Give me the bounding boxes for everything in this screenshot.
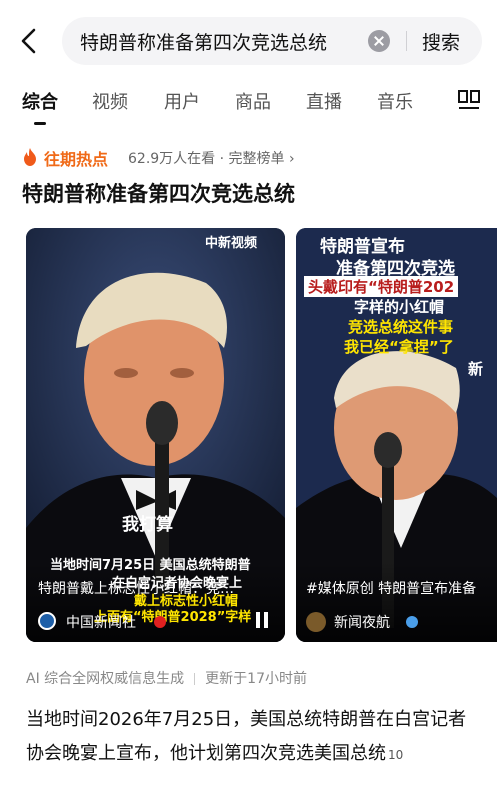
- caption-gradient: [296, 562, 497, 642]
- overlay-corner-text: 新: [468, 360, 484, 378]
- back-arrow-icon[interactable]: [14, 24, 44, 58]
- search-divider: [406, 31, 407, 51]
- video-card[interactable]: 特朗普宣布 准备第四次竞选 头戴印有“特朗普202 字样的小红帽 竞选总统这件事…: [296, 228, 497, 642]
- verified-icon: [154, 616, 166, 628]
- video-card[interactable]: 中新视频 我打算 当地时间7月25日 美国总统特朗普 在白宫记者协会晚宴上 戴上…: [26, 228, 285, 642]
- search-button[interactable]: 搜索: [422, 28, 460, 55]
- source-avatar: [306, 612, 326, 632]
- tab-music[interactable]: 音乐: [377, 88, 413, 114]
- ai-source-note: AI 综合全网权威信息生成 更新于17小时前: [26, 668, 307, 688]
- result-title[interactable]: 特朗普称准备第四次竞选总统: [22, 178, 295, 208]
- tab-goods[interactable]: 商品: [235, 88, 271, 114]
- hot-topic-label: 往期热点: [44, 150, 109, 169]
- ai-source-text: AI 综合全网权威信息生成: [26, 671, 185, 687]
- more-tabs-icon[interactable]: [458, 90, 480, 110]
- search-bar[interactable]: 特朗普称准备第四次竞选总统 搜索: [62, 17, 482, 65]
- source-name[interactable]: 新闻夜航: [334, 612, 390, 632]
- news-logo-text: 中新视频: [205, 236, 258, 251]
- tab-live[interactable]: 直播: [306, 88, 342, 114]
- tab-all[interactable]: 综合: [22, 88, 58, 114]
- active-tab-indicator: [34, 122, 46, 125]
- search-input[interactable]: 特朗普称准备第四次竞选总统: [80, 28, 327, 55]
- tab-user[interactable]: 用户: [164, 88, 200, 114]
- news-logo: 中新视频: [199, 228, 263, 254]
- divider: [194, 673, 196, 685]
- video-title[interactable]: 特朗普戴上标志性小红帽：竞…: [38, 578, 234, 598]
- overlay-text: 我已经“拿捏”了: [344, 338, 454, 356]
- fire-icon: [24, 148, 36, 166]
- video-title[interactable]: #媒体原创 特朗普宣布准备: [306, 578, 476, 598]
- video-subtitle: 我打算: [122, 515, 173, 535]
- tab-video[interactable]: 视频: [92, 88, 128, 114]
- verified-icon: [406, 616, 418, 628]
- pause-icon[interactable]: [254, 611, 270, 629]
- ai-summary: 当地时间2026年7月25日，美国总统特朗普在白宫记者协会晚宴上宣布，他计划第四…: [26, 703, 476, 772]
- clear-icon[interactable]: [368, 30, 390, 52]
- overlay-text: 字样的小红帽: [354, 298, 445, 316]
- overlay-text: 头戴印有“特朗普202: [304, 276, 459, 297]
- source-name[interactable]: 中国新闻社: [66, 612, 136, 632]
- hot-topic-meta[interactable]: 62.9万人在看 · 完整榜单 ›: [128, 148, 295, 168]
- hot-topic-row[interactable]: 往期热点 62.9万人在看 · 完整榜单 ›: [22, 146, 482, 170]
- top-bar: 特朗普称准备第四次竞选总统 搜索: [0, 0, 497, 82]
- overlay-text: 竞选总统这件事: [348, 318, 454, 336]
- tab-bar: 综合 视频 用户 商品 直播 音乐: [0, 84, 497, 128]
- source-avatar: [38, 612, 56, 630]
- reference-marker[interactable]: 10: [388, 748, 403, 762]
- caption-line: 当地时间7月25日 美国总统特朗普: [50, 558, 251, 573]
- updated-time: 更新于17小时前: [205, 671, 307, 687]
